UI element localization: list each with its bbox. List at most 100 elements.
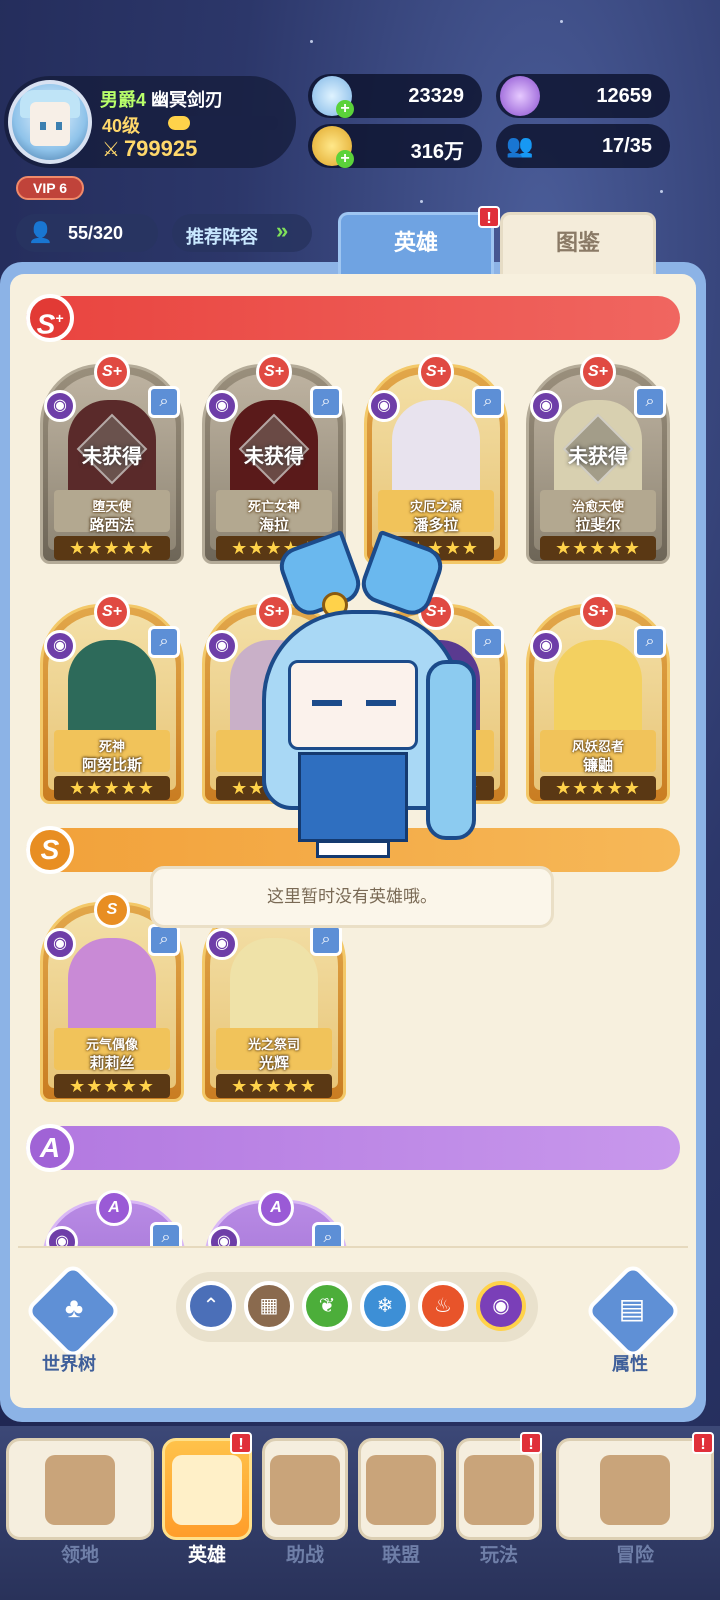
support-icon	[270, 1455, 340, 1525]
hero-card[interactable]: 风妖忍者 镰鼬 ★★★★★ S+ ◉ ⌕	[526, 590, 670, 804]
rank-badge: S+	[580, 354, 616, 390]
divider	[18, 1246, 688, 1248]
rank-badge: S+	[580, 594, 616, 630]
hero-name: 海拉	[258, 517, 289, 534]
hero-sprite	[554, 640, 642, 740]
grid-filter-button[interactable]: ▦	[244, 1281, 294, 1331]
star-rating: ★★★★★	[54, 1074, 170, 1098]
level-progress-fill	[168, 116, 190, 130]
friends-icon: 👥	[506, 133, 534, 158]
rank-badge: S	[94, 892, 130, 928]
player-avatar[interactable]	[8, 80, 92, 164]
all-filter-button[interactable]: ⌃	[186, 1281, 236, 1331]
adventure-flag-icon	[600, 1455, 670, 1525]
zoom-icon[interactable]: ⌕	[634, 626, 666, 658]
combat-power-value: 799925	[123, 136, 198, 161]
rank-bar-a: A	[26, 1124, 680, 1172]
gold-currency[interactable]: + 316万	[308, 124, 482, 168]
hero-title: 堕天使	[92, 499, 132, 514]
rank-badge: S+	[94, 354, 130, 390]
star-decoration	[660, 190, 663, 193]
hero-card[interactable]: 未获得 堕天使 路西法 ★★★★★ S+ ◉ ⌕	[40, 350, 184, 564]
crossed-swords-icon: ⚔	[102, 138, 120, 161]
dark-eye-icon: ◉	[530, 630, 562, 662]
friends-counter[interactable]: 👥 17/35	[496, 124, 670, 168]
hero-title: 治愈天使	[571, 499, 624, 514]
hero-card-partial[interactable]: A ◉ ⌕	[42, 1186, 186, 1246]
element-filter-bar: ⌃ ▦ ❦ ❄ ♨ ◉	[176, 1272, 538, 1342]
hero-card[interactable]: 未获得 治愈天使 拉斐尔 ★★★★★ S+ ◉ ⌕	[526, 350, 670, 564]
hero-count: 👤 55/320	[16, 214, 158, 252]
gem-value: 23329	[408, 85, 464, 107]
dark-eye-icon: ◉	[206, 928, 238, 960]
nav-adventure-label: 冒险	[615, 1545, 654, 1566]
dark-eye-icon: ◉	[44, 928, 76, 960]
zoom-icon[interactable]: ⌕	[472, 386, 504, 418]
hero-name: 莉莉丝	[89, 1055, 135, 1072]
add-gold-icon[interactable]: +	[336, 150, 354, 168]
zoom-icon[interactable]: ⌕	[148, 386, 180, 418]
gold-value: 316万	[410, 141, 464, 163]
hero-preview-character	[248, 529, 478, 860]
not-obtained-label: 未获得	[82, 446, 142, 468]
dark-eye-icon: ◉	[44, 630, 76, 662]
recommend-lineup-button[interactable]: 推荐阵容 »	[172, 214, 312, 252]
not-obtained-label: 未获得	[568, 446, 628, 468]
nav-support-button[interactable]	[262, 1438, 348, 1540]
combat-power: ⚔ 799925	[102, 136, 197, 162]
nav-alliance-button[interactable]	[358, 1438, 444, 1540]
tab-codex[interactable]: 图鉴	[500, 212, 656, 276]
hero-name: 阿努比斯	[81, 757, 142, 774]
purple-currency[interactable]: 12659	[496, 74, 670, 118]
nav-alert-badge: !	[230, 1432, 252, 1454]
zoom-icon[interactable]: ⌕	[148, 924, 180, 956]
rank-a-badge: A	[96, 1190, 132, 1226]
nav-adventure-button[interactable]	[556, 1438, 714, 1540]
zoom-icon[interactable]: ⌕	[310, 924, 342, 956]
hero-face-icon	[172, 1455, 242, 1525]
rank-a-icon: A	[26, 1124, 74, 1172]
star-decoration	[310, 40, 313, 43]
zoom-icon[interactable]: ⌕	[310, 386, 342, 418]
zoom-icon[interactable]: ⌕	[634, 386, 666, 418]
nav-alert-badge: !	[520, 1432, 542, 1454]
hero-title: 光之祭司	[247, 1037, 300, 1052]
not-obtained-label: 未获得	[244, 446, 304, 468]
dark-eye-icon: ◉	[206, 390, 238, 422]
book-icon: ▤	[618, 1293, 646, 1324]
rank-splus-icon: S+	[26, 294, 74, 342]
gem-currency[interactable]: + 23329	[308, 74, 482, 118]
star-decoration	[420, 200, 423, 203]
attributes-label: 属性	[612, 1354, 648, 1374]
fire-filter-button[interactable]: ♨	[418, 1281, 468, 1331]
vip-badge[interactable]: VIP 6	[16, 176, 84, 200]
hero-card-partial[interactable]: A ◉ ⌕	[204, 1186, 348, 1246]
zoom-icon[interactable]: ⌕	[312, 1222, 344, 1246]
nav-alliance-label: 联盟	[381, 1545, 420, 1566]
gameplay-gate-icon	[464, 1455, 534, 1525]
nav-hero-label: 英雄	[187, 1545, 226, 1566]
dark-eye-icon: ◉	[530, 390, 562, 422]
double-chevron-icon: »	[276, 218, 289, 243]
zoom-icon[interactable]: ⌕	[150, 1222, 182, 1246]
player-rank: 男爵4	[100, 90, 147, 110]
hero-card[interactable]: 死神 阿努比斯 ★★★★★ S+ ◉ ⌕	[40, 590, 184, 804]
tree-icon: ♣	[64, 1292, 84, 1323]
nav-territory-label: 领地	[60, 1545, 99, 1566]
hero-sprite	[230, 938, 318, 1038]
hero-title: 死亡女神	[247, 499, 300, 514]
tab-hero-alert-badge: !	[478, 206, 500, 228]
hero-name: 路西法	[89, 517, 135, 534]
ice-filter-button[interactable]: ❄	[360, 1281, 410, 1331]
player-level: 40级	[102, 116, 141, 136]
hero-card[interactable]: 未获得 死亡女神 海拉 ★★★★★ S+ ◉ ⌕	[202, 350, 346, 564]
nav-territory-button[interactable]	[6, 1438, 154, 1540]
zoom-icon[interactable]: ⌕	[148, 626, 180, 658]
hero-sprite	[68, 640, 156, 740]
dark-eye-icon: ◉	[206, 630, 238, 662]
add-gems-icon[interactable]: +	[336, 100, 354, 118]
dark-eye-icon: ◉	[44, 390, 76, 422]
tab-hero[interactable]: 英雄	[338, 212, 494, 276]
nature-filter-button[interactable]: ❦	[302, 1281, 352, 1331]
dark-filter-button[interactable]: ◉	[476, 1281, 526, 1331]
